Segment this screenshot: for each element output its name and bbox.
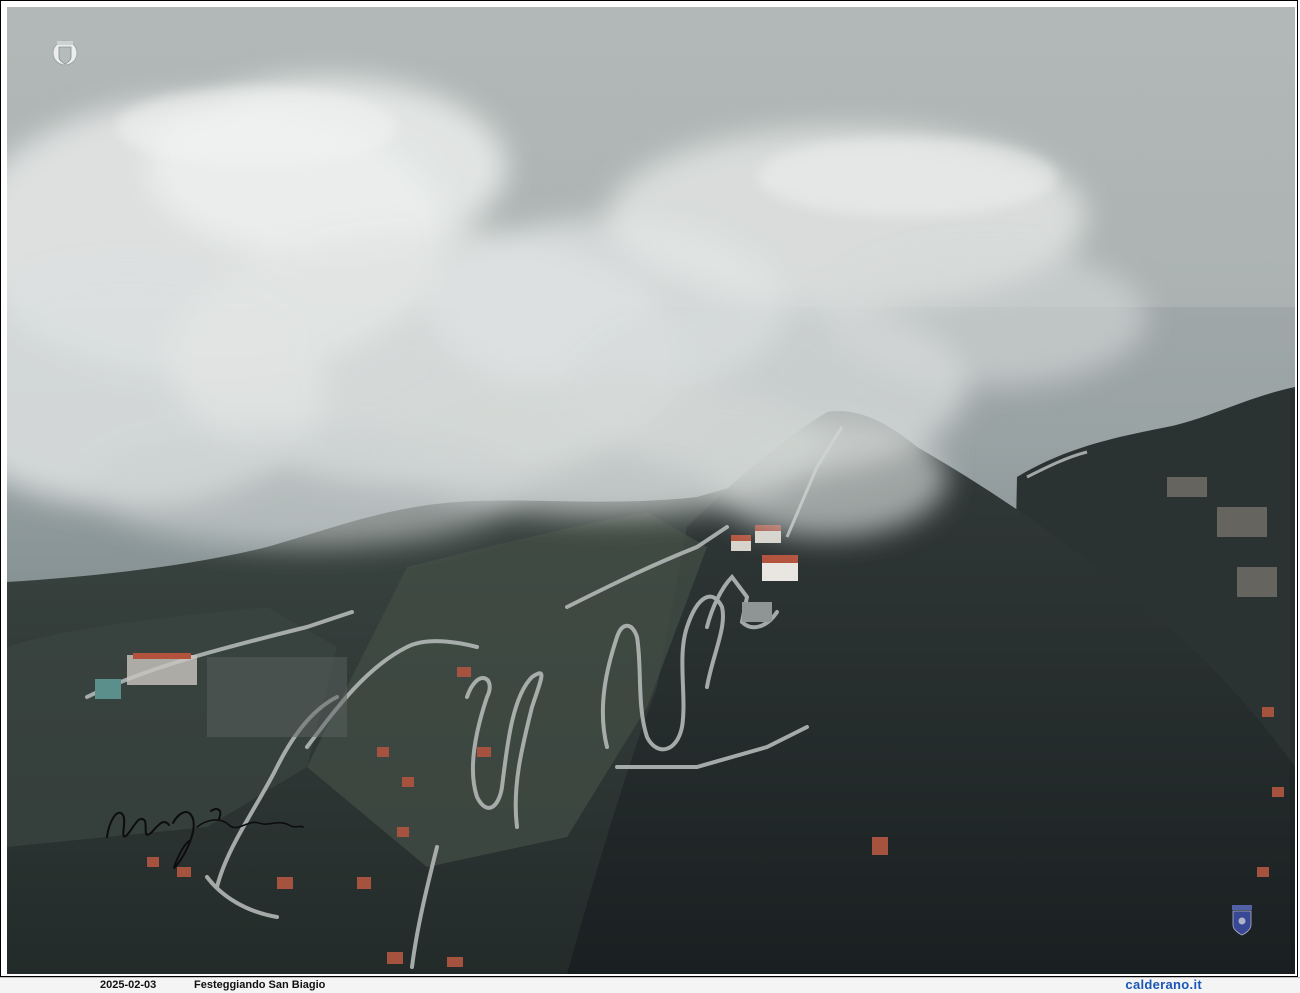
photo-frame: [0, 0, 1298, 977]
caption-date: 2025-02-03: [100, 979, 157, 991]
aerial-photo-canvas: [7, 7, 1295, 974]
caption-bar: 2025-02-03 Festeggiando San Biagio calde…: [0, 977, 1300, 993]
site-suffix: .it: [1189, 977, 1202, 992]
caption-title: Festeggiando San Biagio: [194, 979, 326, 991]
site-link[interactable]: calderano.it: [1125, 977, 1202, 992]
site-name: calderano: [1125, 977, 1190, 992]
aerial-photo: [7, 7, 1295, 974]
crest-logo-icon: [52, 40, 78, 66]
